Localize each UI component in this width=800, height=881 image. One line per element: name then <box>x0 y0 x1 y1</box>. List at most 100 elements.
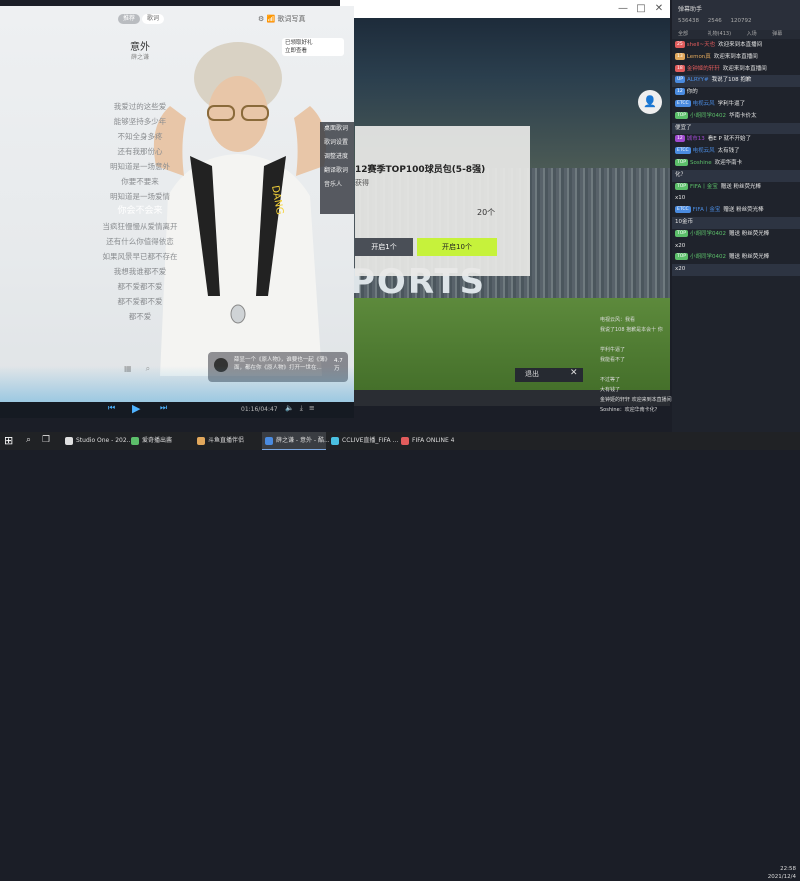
chat-title: 弹幕助手 <box>678 6 703 13</box>
chat-message[interactable]: TOP FIFA丨金宝 赠送 粉丝荧光棒 <box>672 182 800 194</box>
stat-fans: 2546 <box>707 18 722 24</box>
open-ten-button[interactable]: 开启10个 <box>417 238 497 256</box>
chat-message[interactable]: TOP 小胡同学0402 华南卡价太 <box>672 111 800 123</box>
chat-username[interactable]: shell~天也 <box>687 42 715 48</box>
chat-text: 化？ <box>675 171 687 178</box>
level-badge: 25 <box>675 41 685 48</box>
chat-message[interactable]: TOP 小胡同学0402 赠送 粉丝荧光棒 <box>672 252 800 264</box>
profile-icon[interactable]: 👤 <box>638 90 662 114</box>
search-icon[interactable]: ⌕ <box>26 435 31 445</box>
chat-username[interactable]: 小胡同学0402 <box>690 254 726 260</box>
chat-text: 欢迎华南卡 <box>714 159 743 166</box>
chat-message[interactable]: 化？ <box>672 169 800 182</box>
system-clock: 22:58 2021/12/4 <box>752 865 796 881</box>
app-icon <box>331 437 339 445</box>
chat-message[interactable]: 便宜了 <box>672 122 800 135</box>
chat-text: 10金币 <box>675 218 693 225</box>
tab-gifts[interactable]: 礼物(413) <box>708 31 731 37</box>
chat-message[interactable]: TOP 小胡同学0402 赠送 粉丝荧光棒 <box>672 229 800 241</box>
play-icon[interactable]: ▶ <box>132 402 140 415</box>
taskbar-app[interactable]: CCLIVE直播_FIFA ... <box>328 432 399 450</box>
side-menu-item[interactable]: 桌面歌词 <box>320 122 354 136</box>
start-icon[interactable]: ⊞ <box>4 435 16 447</box>
chat-username[interactable]: 电视云风 <box>693 101 715 107</box>
previous-track-icon[interactable]: ⏮ <box>108 403 115 413</box>
lyric-line: 你要不要来 <box>121 177 159 186</box>
side-menu-item[interactable]: 调整进度 <box>320 150 354 164</box>
chat-message[interactable]: 18 金钟姬的轩轩 欢迎来到本直播间 <box>672 64 800 76</box>
taskbar-app-label: FIFA ONLINE 4 <box>412 437 455 444</box>
chat-message[interactable]: 25 shell~天也 欢迎来到本直播间 <box>672 40 800 52</box>
taskbar: ⊞ ⌕ ❐ Studio One - 202... 爱奇播出酱 斗鱼直播伴侣 薛之谦 … <box>0 432 800 880</box>
game-title-bar: — □ ✕ <box>340 0 670 18</box>
ticker-line: 我说了108 抱歉是本会十 你 <box>600 327 663 333</box>
app-icon <box>265 437 273 445</box>
download-icon[interactable]: ⤓ <box>300 404 309 412</box>
tab-recommend[interactable]: 推荐 <box>118 14 140 24</box>
chat-username[interactable]: Soshine <box>690 160 712 166</box>
tab-danmaku[interactable]: 弹幕 <box>772 31 782 37</box>
maximize-icon[interactable]: □ <box>634 3 648 15</box>
chat-message[interactable]: x10 <box>672 193 800 205</box>
chat-message[interactable]: 12 城市13 看E P 就不开始了 <box>672 134 800 146</box>
lyric-line: 都不爱都不爱 <box>117 282 163 291</box>
chat-message[interactable]: 10金币 <box>672 216 800 229</box>
taskbar-app-label: 斗鱼直播伴侣 <box>208 437 245 444</box>
chat-username[interactable]: 城市13 <box>687 136 705 142</box>
music-top-actions[interactable]: ⚙ 📶 歌词写真 <box>258 14 305 24</box>
chat-message[interactable]: ETCC FIFA丨金宝 赠送 粉丝荧光棒 <box>672 205 800 217</box>
lyric-line: 我想我谁都不爱 <box>113 267 167 276</box>
chat-message[interactable]: ETCC 电视云风 太有钱了 <box>672 146 800 158</box>
tab-entrance[interactable]: 入场 <box>747 31 757 37</box>
song-artist: 薛之谦 <box>130 54 149 61</box>
chat-message[interactable]: 12 你的 <box>672 87 800 99</box>
exit-bar: 退出 ✕ <box>515 368 583 382</box>
open-one-button[interactable]: 开启1个 <box>355 238 413 256</box>
chat-username[interactable]: Lemon真 <box>687 54 711 60</box>
vip-line-2: 立即查看 <box>285 48 308 54</box>
chat-message[interactable]: 13 Lemon真 欢迎来到本直播间 <box>672 52 800 64</box>
tab-lyrics[interactable]: 歌词 <box>142 14 164 24</box>
taskbar-app[interactable]: 斗鱼直播伴侣 <box>194 432 260 450</box>
exit-button[interactable]: 退出 <box>525 369 539 379</box>
chat-message[interactable]: TOP Soshine 欢迎华南卡 <box>672 158 800 170</box>
chat-message[interactable]: UP ALRYY# 我说了108 抱歉 <box>672 75 800 88</box>
chat-username[interactable]: FIFA丨金宝 <box>693 207 721 213</box>
chat-username[interactable]: 电视云风 <box>693 148 715 154</box>
side-menu-item[interactable]: 歌词设置 <box>320 136 354 150</box>
chat-username[interactable]: FIFA丨金宝 <box>690 184 718 190</box>
chat-username[interactable]: 小胡同学0402 <box>690 113 726 119</box>
taskbar-app[interactable]: FIFA ONLINE 4 <box>398 432 464 450</box>
close-icon[interactable]: ✕ <box>570 368 578 378</box>
next-track-icon[interactable]: ⏭ <box>160 403 167 413</box>
pack-open-dialog: 12赛季TOP100球员包(5-8强) 获得 20个 开启1个 开启10个 <box>355 126 530 276</box>
taskbar-app[interactable]: 薛之谦 - 意外 - 酷... <box>262 432 330 450</box>
close-icon[interactable]: ✕ <box>652 3 666 15</box>
chat-message[interactable]: ETCC 电视云风 学利牛逼了 <box>672 99 800 111</box>
playlist-icon[interactable]: ≡ <box>309 404 321 412</box>
task-view-icon[interactable]: ❐ <box>42 435 50 445</box>
taskbar-app[interactable]: 爱奇播出酱 <box>128 432 192 450</box>
chat-text: 赠送 粉丝荧光棒 <box>720 183 761 190</box>
lyrics-panel[interactable]: 我爱过的这些爱 能够坚持多少年 不知全身多疼 还有我那份心 明知道是一场意外 你要不要来明… <box>80 99 200 324</box>
minimize-icon[interactable]: — <box>616 3 630 15</box>
vip-line-1: 已领取好礼 <box>285 40 313 46</box>
tab-all[interactable]: 全部 <box>678 31 688 37</box>
volume-icon[interactable]: 🔈 <box>285 404 300 412</box>
chat-message[interactable]: x20 <box>672 264 800 276</box>
side-menu-item[interactable]: 音乐人 <box>320 178 354 192</box>
danmaku-chat-window[interactable]: 弹幕助手 536438 2546 120792 全部 礼物(413) 入场 弹幕… <box>672 0 800 432</box>
taskbar-app-label: CCLIVE直播_FIFA ... <box>342 437 399 444</box>
chat-message-list[interactable]: 25 shell~天也 欢迎来到本直播间 13 Lemon真 欢迎来到本直播间 18 金钟姬的… <box>672 40 800 276</box>
chat-username[interactable]: 小胡同学0402 <box>690 231 726 237</box>
app-icon <box>197 437 205 445</box>
chat-username[interactable]: ALRYY# <box>687 77 709 83</box>
lyric-line: 都不爱都不爱 <box>117 297 163 306</box>
side-menu-item[interactable]: 翻译歌词 <box>320 164 354 178</box>
chat-text: 华南卡价太 <box>729 112 757 119</box>
music-player-window[interactable]: OPLE DANG 推荐 歌词 ⚙ 📶 歌词写真 已领取好礼 立即查看 意外 薛… <box>0 6 354 418</box>
vip-badge[interactable]: 已领取好礼 立即查看 <box>282 38 344 56</box>
taskbar-app[interactable]: Studio One - 202... <box>62 432 132 450</box>
chat-username[interactable]: 金钟姬的轩轩 <box>687 66 720 72</box>
chat-message[interactable]: x20 <box>672 241 800 253</box>
